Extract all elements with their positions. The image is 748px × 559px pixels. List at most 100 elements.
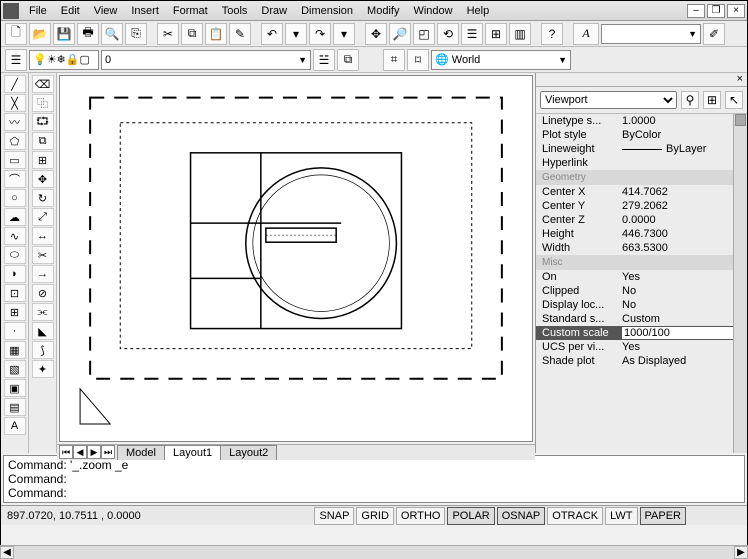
object-type-combo[interactable]: Viewport [540,91,677,109]
tab-model[interactable]: Model [117,445,165,460]
dcenter-icon[interactable]: ⊞ [485,23,507,45]
tab-first-icon[interactable]: ⏮ [59,445,73,459]
menu-draw[interactable]: Draw [255,3,293,19]
join-icon[interactable]: ⫘ [32,303,54,321]
layer-state-combo[interactable]: 💡☀❄🔒▢ [29,50,99,70]
match-icon[interactable]: ✎ [229,23,251,45]
quickselect-icon[interactable]: ⚲ [681,91,699,109]
undo-icon[interactable]: ↶ [261,23,283,45]
new-icon[interactable]: 🗋 [5,23,27,45]
redo-icon[interactable]: ↷ [309,23,331,45]
minimize-button[interactable]: – [687,4,705,18]
select-icon[interactable]: ↖ [725,91,743,109]
textstyle-combo[interactable]: ▼ [601,24,701,44]
ellipsearc-icon[interactable]: ◗ [4,265,26,283]
polar-toggle[interactable]: POLAR [447,507,494,525]
fillet-icon[interactable]: ⟆ [32,341,54,359]
layers-icon[interactable]: ☰ [5,49,27,71]
save-icon[interactable]: 💾 [53,23,75,45]
undo-drop-icon[interactable]: ▾ [285,23,307,45]
section-misc[interactable]: Misc⌃ [536,255,747,270]
offset-icon[interactable]: ⧉ [32,132,54,150]
xline-icon[interactable]: ╳ [4,94,26,112]
mtext-icon[interactable]: A [4,417,26,435]
menu-dimension[interactable]: Dimension [295,3,359,19]
layer-prev-icon[interactable]: ☱ [313,49,335,71]
menu-insert[interactable]: Insert [125,3,165,19]
command-window[interactable]: Command: '_.zoom _e Command: Command: [3,455,745,503]
copy-obj-icon[interactable]: ⿻ [32,94,54,112]
pickadd-icon[interactable]: ⊞ [703,91,721,109]
help-icon[interactable]: ? [541,23,563,45]
gradient-icon[interactable]: ▧ [4,360,26,378]
explode-icon[interactable]: ✦ [32,360,54,378]
tool-palettes-icon[interactable]: ▥ [509,23,531,45]
menu-view[interactable]: View [88,3,124,19]
ortho-toggle[interactable]: ORTHO [396,507,446,525]
scale-icon[interactable]: ⤢ [32,208,54,226]
line-icon[interactable]: ╱ [4,75,26,93]
menu-tools[interactable]: Tools [216,3,254,19]
ellipse-icon[interactable]: ⬭ [4,246,26,264]
erase-icon[interactable]: ⌫ [32,75,54,93]
ucs-combo[interactable]: 🌐 World▼ [431,50,571,70]
mirror-icon[interactable]: ⮔ [32,113,54,131]
drawing-canvas[interactable] [59,75,533,442]
polygon-icon[interactable]: ⬠ [4,132,26,150]
redo-drop-icon[interactable]: ▾ [333,23,355,45]
trim-icon[interactable]: ✂ [32,246,54,264]
region-icon[interactable]: ▣ [4,379,26,397]
properties-scrollbar[interactable] [733,114,747,453]
osnap-toggle[interactable]: OSNAP [497,507,546,525]
prop-row-custom-scale[interactable]: Custom scale1000/100 [536,326,747,340]
command-prompt[interactable]: Command: [8,486,740,500]
open-icon[interactable]: 📂 [29,23,51,45]
insert-icon[interactable]: ⊡ [4,284,26,302]
tab-prev-icon[interactable]: ◀ [73,445,87,459]
rect-icon[interactable]: ▭ [4,151,26,169]
paste-icon[interactable]: 📋 [205,23,227,45]
table-icon[interactable]: ▤ [4,398,26,416]
panel-close-bar[interactable]: × [536,73,747,87]
circle-icon[interactable]: ○ [4,189,26,207]
pan-icon[interactable]: ✥ [365,23,387,45]
hatch-icon[interactable]: ▦ [4,341,26,359]
layer-filter-icon[interactable]: ⧉ [337,49,359,71]
menu-modify[interactable]: Modify [361,3,405,19]
break-icon[interactable]: ⊘ [32,284,54,302]
close-button[interactable]: × [727,4,745,18]
tab-layout1[interactable]: Layout1 [164,445,221,460]
menu-file[interactable]: File [23,3,53,19]
grid-toggle[interactable]: GRID [356,507,394,525]
publish-icon[interactable]: ⎘ [125,23,147,45]
extend-icon[interactable]: → [32,265,54,283]
menu-format[interactable]: Format [167,3,214,19]
menu-help[interactable]: Help [461,3,496,19]
zoom-rt-icon[interactable]: 🔎 [389,23,411,45]
menu-edit[interactable]: Edit [55,3,86,19]
revcloud-icon[interactable]: ☁ [4,208,26,226]
otrack-toggle[interactable]: OTRACK [547,507,603,525]
pline-icon[interactable]: 〰 [4,113,26,131]
layer-combo[interactable]: 0▼ [101,50,311,70]
preview-icon[interactable]: 🔍 [101,23,123,45]
zoom-win-icon[interactable]: ◰ [413,23,435,45]
menu-window[interactable]: Window [407,3,458,19]
point-icon[interactable]: · [4,322,26,340]
properties-icon[interactable]: ☰ [461,23,483,45]
spline-icon[interactable]: ∿ [4,227,26,245]
command-scrollbar[interactable]: ◀▶ [0,545,748,559]
maximize-button[interactable]: ❐ [707,4,725,18]
arc-icon[interactable]: ⌒ [4,170,26,188]
copy-icon[interactable]: ⧉ [181,23,203,45]
stretch-icon[interactable]: ↔ [32,227,54,245]
snap-toggle[interactable]: SNAP [314,507,354,525]
zoom-prev-icon[interactable]: ⟲ [437,23,459,45]
lwt-toggle[interactable]: LWT [605,507,637,525]
tab-last-icon[interactable]: ⏭ [101,445,115,459]
ucs2-icon[interactable]: ⌑ [407,49,429,71]
textstyle-icon[interactable]: A [573,23,599,45]
paper-toggle[interactable]: PAPER [640,507,686,525]
chamfer-icon[interactable]: ◣ [32,322,54,340]
tab-layout2[interactable]: Layout2 [220,445,277,460]
